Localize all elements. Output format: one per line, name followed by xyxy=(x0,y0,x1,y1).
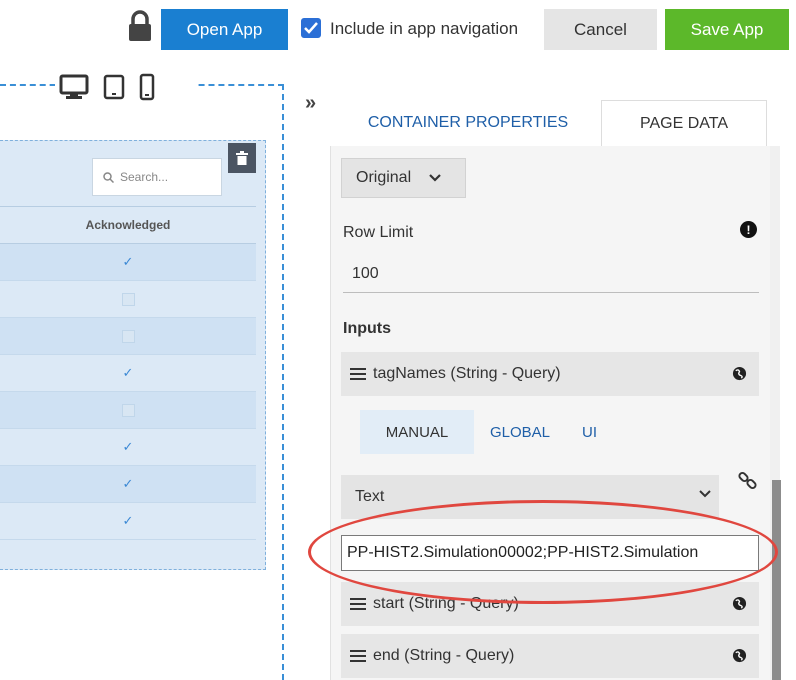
trash-icon xyxy=(236,151,248,165)
source-tabs: MANUAL GLOBAL UI xyxy=(360,410,613,454)
table-row[interactable]: ✓ xyxy=(0,503,256,540)
search-icon xyxy=(103,171,114,183)
tag-value-input[interactable]: PP-HIST2.Simulation00002;PP-HIST2.Simula… xyxy=(341,535,759,571)
value-type-select[interactable]: Text xyxy=(341,475,719,519)
checkmark-icon: ✓ xyxy=(122,513,134,528)
save-app-button[interactable]: Save App xyxy=(665,9,789,50)
table-row[interactable]: ✓ xyxy=(0,355,256,392)
checkmark-icon: ✓ xyxy=(122,254,134,269)
inputs-heading: Inputs xyxy=(343,320,391,337)
param-end[interactable]: end (String - Query) xyxy=(341,634,759,678)
top-toolbar: Open App Include in app navigation Cance… xyxy=(0,0,796,64)
param-label: end (String - Query) xyxy=(373,647,515,664)
column-header-acknowledged[interactable]: Acknowledged xyxy=(0,206,256,244)
value-type-value: Text xyxy=(355,488,385,505)
tab-manual[interactable]: MANUAL xyxy=(360,410,474,454)
globe-icon[interactable] xyxy=(732,648,747,663)
canvas-border-right xyxy=(282,84,284,680)
chevron-down-icon xyxy=(699,490,711,498)
datasource-mode-select[interactable]: Original xyxy=(341,158,466,198)
row-limit-input[interactable]: 100 xyxy=(343,255,759,293)
checkmark-icon: ✓ xyxy=(122,476,134,491)
tab-ui[interactable]: UI xyxy=(566,410,613,454)
table-rows: ✓ ✓ ✓ ✓ ✓ xyxy=(0,244,256,540)
globe-icon[interactable] xyxy=(732,596,747,611)
param-start[interactable]: start (String - Query) xyxy=(341,582,759,626)
row-limit-label: Row Limit xyxy=(343,224,414,241)
unchecked-box xyxy=(121,329,135,343)
tablet-icon[interactable] xyxy=(103,74,125,100)
checkmark-icon: ✓ xyxy=(122,365,134,380)
table-row[interactable]: ✓ xyxy=(0,466,256,503)
unchecked-box xyxy=(121,292,135,306)
param-tagnames[interactable]: tagNames (String - Query) xyxy=(341,352,759,396)
table-search-input[interactable]: Search... xyxy=(92,158,222,196)
include-nav-checkbox[interactable] xyxy=(301,18,321,38)
tab-global[interactable]: GLOBAL xyxy=(474,410,566,454)
table-row[interactable] xyxy=(0,281,256,318)
menu-icon xyxy=(350,650,366,662)
table-row[interactable]: ✓ xyxy=(0,429,256,466)
table-row[interactable]: ✓ xyxy=(0,244,256,281)
chevron-down-icon xyxy=(429,174,441,182)
panel-scrollbar-thumb[interactable] xyxy=(772,480,781,680)
desktop-icon[interactable] xyxy=(59,74,89,100)
info-icon[interactable]: ! xyxy=(740,221,757,238)
lock-icon xyxy=(129,10,151,41)
param-label: tagNames (String - Query) xyxy=(373,365,561,382)
include-nav-label: Include in app navigation xyxy=(330,19,519,38)
table-row[interactable] xyxy=(0,392,256,429)
open-app-button[interactable]: Open App xyxy=(161,9,288,50)
cancel-button[interactable]: Cancel xyxy=(544,9,657,50)
search-placeholder: Search... xyxy=(120,170,169,184)
checkmark-icon: ✓ xyxy=(122,439,134,454)
check-icon xyxy=(304,22,318,34)
tab-container-properties[interactable]: CONTAINER PROPERTIES xyxy=(340,100,596,146)
delete-widget-button[interactable] xyxy=(228,143,256,173)
param-label: start (String - Query) xyxy=(373,595,519,612)
mobile-icon[interactable] xyxy=(139,73,155,101)
tab-page-data[interactable]: PAGE DATA xyxy=(601,100,767,146)
unchecked-box xyxy=(121,403,135,417)
menu-icon xyxy=(350,598,366,610)
datasource-mode-value: Original xyxy=(356,169,412,186)
device-preview-bar xyxy=(55,70,195,104)
expand-panel-icon[interactable]: » xyxy=(305,92,316,115)
menu-icon xyxy=(350,368,366,380)
globe-icon[interactable] xyxy=(732,366,747,381)
table-row[interactable] xyxy=(0,318,256,355)
link-icon[interactable] xyxy=(737,470,759,492)
